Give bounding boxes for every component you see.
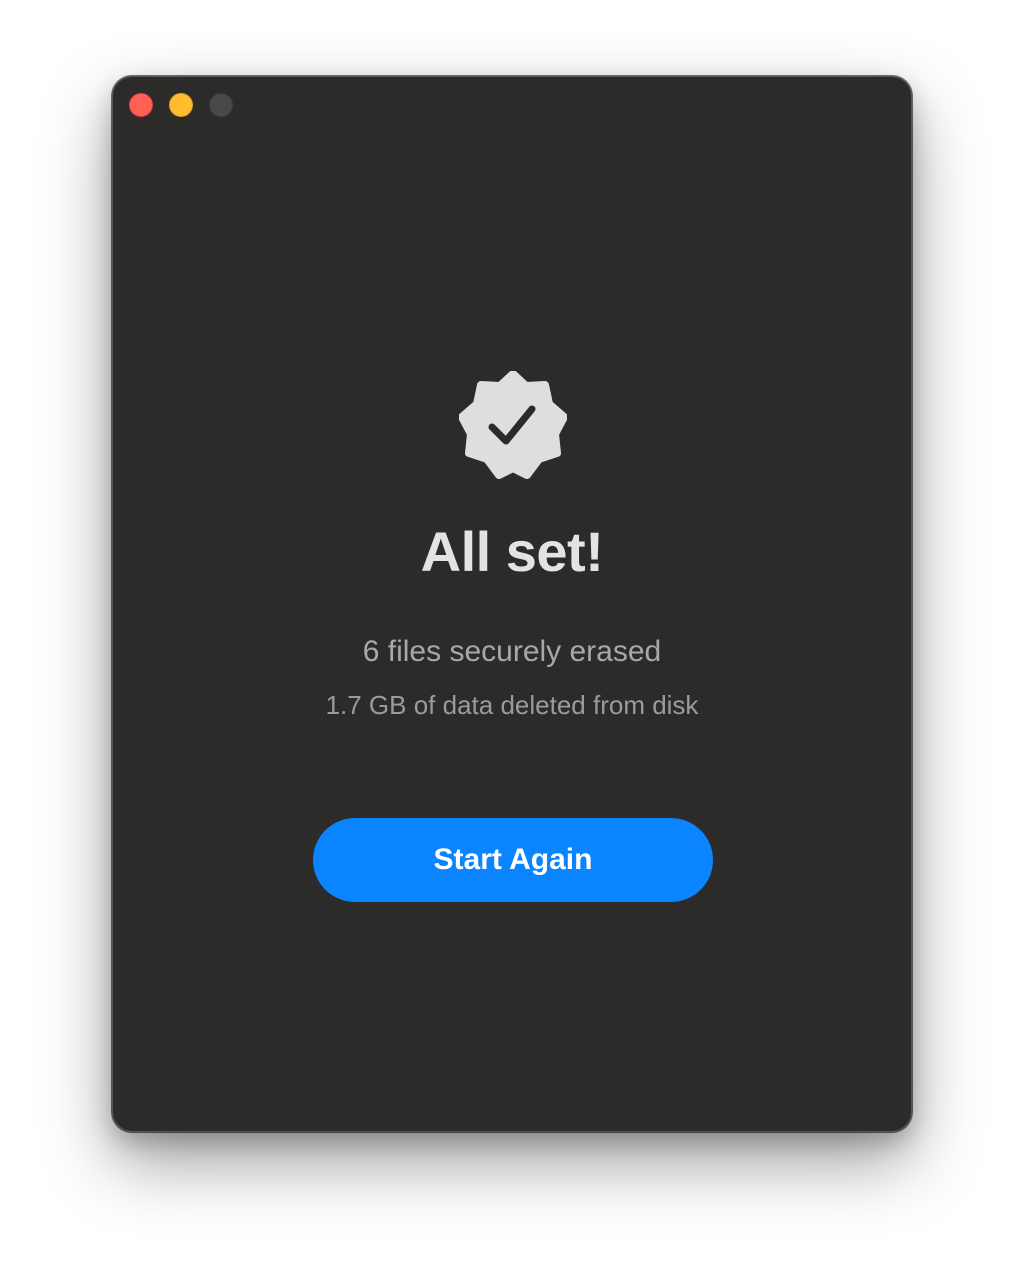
seal-shape: [459, 371, 567, 479]
start-again-button[interactable]: Start Again: [313, 818, 713, 902]
app-window: All set! 6 files securely erased 1.7 GB …: [112, 76, 912, 1132]
erase-detail: 1.7 GB of data deleted from disk: [325, 690, 699, 720]
erase-summary: 6 files securely erased: [362, 635, 662, 668]
checkmark-seal-icon: [459, 371, 567, 479]
success-title: All set!: [420, 520, 604, 583]
completion-panel: All set! 6 files securely erased 1.7 GB …: [113, 77, 911, 1131]
